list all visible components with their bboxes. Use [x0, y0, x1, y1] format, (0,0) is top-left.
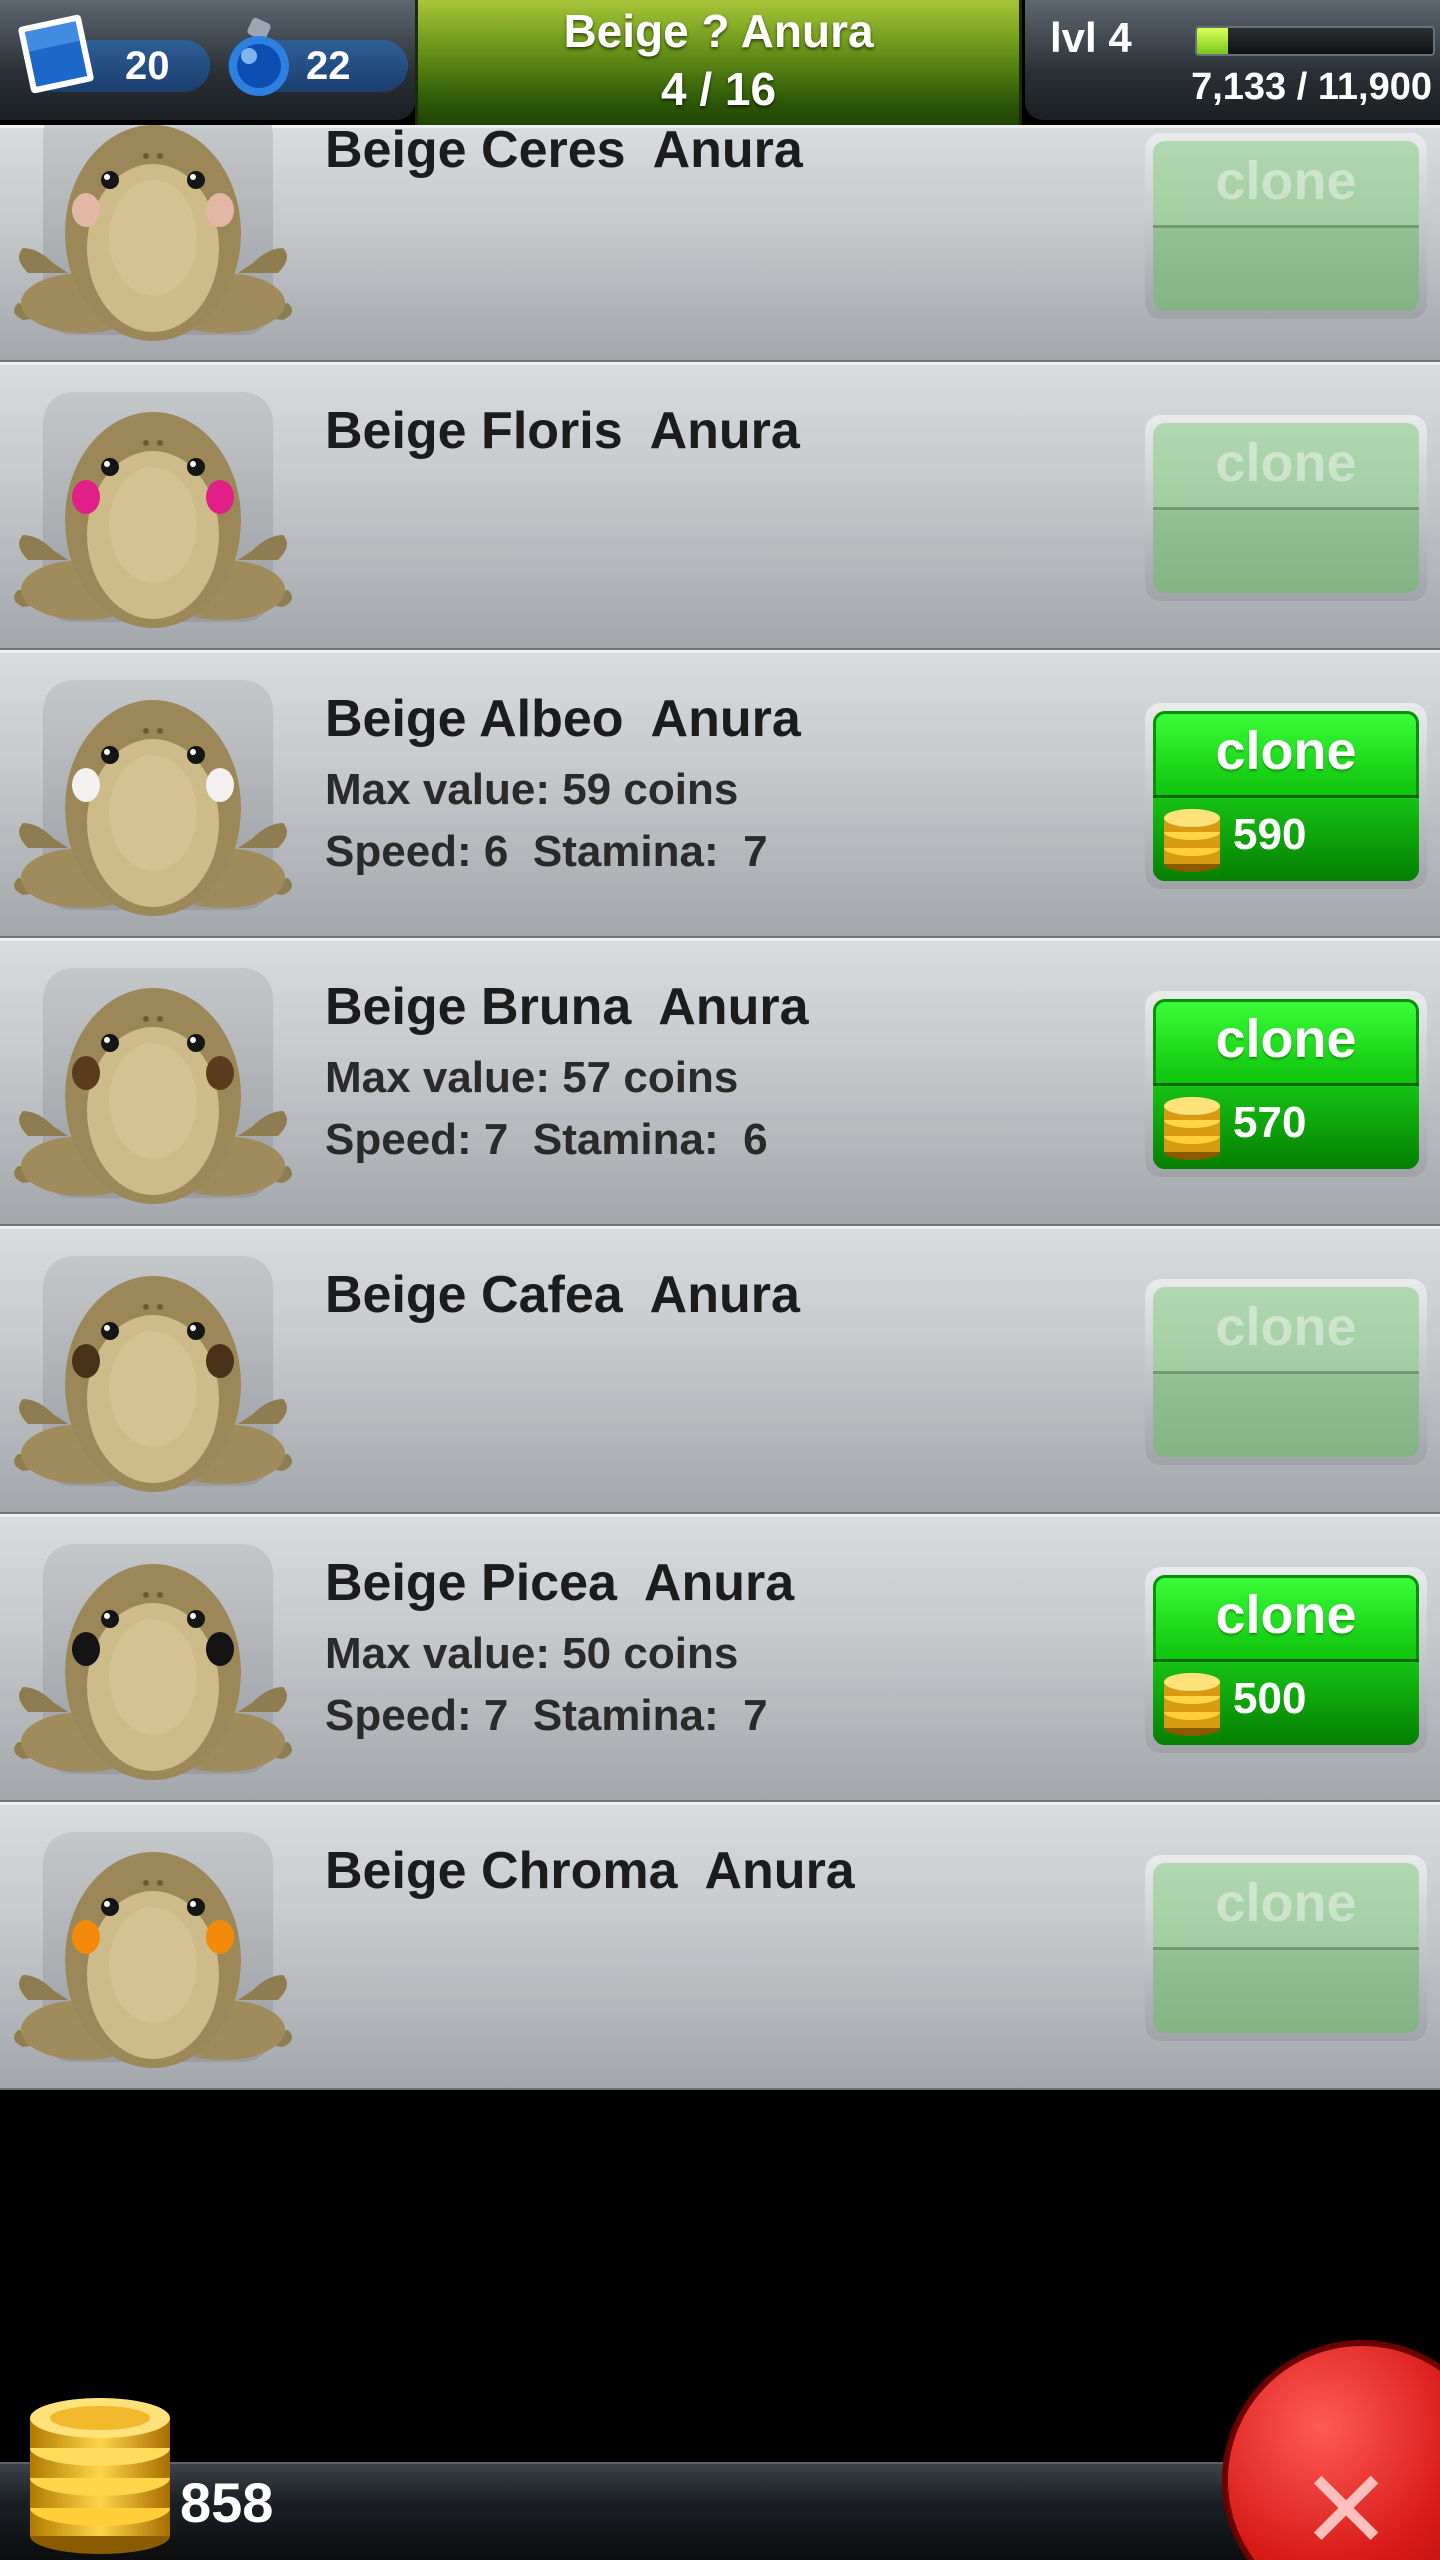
coin-icon: [1164, 1097, 1220, 1160]
frog-icon: [8, 1249, 298, 1499]
clone-button-disabled: clone: [1145, 1855, 1427, 2041]
coin-stack-icon: [30, 2398, 170, 2554]
clone-price: 590: [1233, 810, 1307, 859]
frog-name: Beige Cafea Anura: [325, 1266, 800, 1324]
clone-button[interactable]: clone 590: [1145, 703, 1427, 889]
clone-price: 500: [1233, 1674, 1307, 1723]
clone-label: clone: [1215, 721, 1357, 781]
frog-icon: [8, 98, 298, 348]
clone-button-disabled: clone: [1145, 415, 1427, 601]
frog-max-value: Max value: 50 coins: [325, 1629, 739, 1678]
top-hud: 20 22 Beige ? Anura 4 / 16 lvl 4 7,133 /…: [0, 0, 1440, 125]
frog-icon: [8, 385, 298, 635]
frog-speed-stamina: Speed: 6 Stamina: 7: [325, 827, 768, 876]
collection-title: Beige ? Anura: [563, 5, 874, 57]
potions-count: 22: [306, 44, 351, 88]
clone-button-disabled: clone: [1145, 1279, 1427, 1465]
collection-header: Beige ? Anura 4 / 16: [415, 0, 1022, 125]
frog-icon: [8, 1825, 298, 2075]
clone-label: clone: [1215, 1009, 1357, 1069]
frog-icon: [8, 673, 298, 923]
frog-icon: [8, 1537, 298, 1787]
frog-row[interactable]: Beige Cafea Anura clone: [0, 1226, 1440, 1514]
frog-row[interactable]: Beige Bruna Anura Max value: 57 coins Sp…: [0, 938, 1440, 1226]
potion-icon: [229, 17, 289, 96]
frog-row[interactable]: Beige Ceres Anura clone: [0, 105, 1440, 362]
frog-name: Beige Albeo Anura: [325, 690, 801, 748]
resources-panel: 20 22: [0, 0, 415, 120]
frog-name: Beige Bruna Anura: [325, 978, 809, 1036]
stamps-count: 20: [125, 44, 170, 88]
clone-label: clone: [1215, 1873, 1357, 1933]
frog-name: Beige Ceres Anura: [325, 121, 803, 179]
xp-progress-bar: [1195, 26, 1435, 56]
level-label: lvl 4: [1050, 14, 1132, 61]
frog-max-value: Max value: 57 coins: [325, 1053, 739, 1102]
close-icon: ✕: [1300, 2449, 1393, 2560]
clone-label: clone: [1215, 1297, 1357, 1357]
coin-icon: [1164, 1673, 1220, 1736]
coins-total: 858: [180, 2471, 274, 2534]
clone-button[interactable]: clone 570: [1145, 991, 1427, 1177]
clone-label: clone: [1215, 1585, 1357, 1645]
close-button[interactable]: ✕: [1222, 2340, 1440, 2560]
clone-price: 570: [1233, 1098, 1307, 1147]
xp-progress-fill: [1197, 28, 1228, 54]
frog-row[interactable]: Beige Albeo Anura Max value: 59 coins Sp…: [0, 650, 1440, 938]
frog-list[interactable]: Beige Ceres Anura clone Beige Floris Anu…: [0, 105, 1440, 2090]
clone-label: clone: [1215, 433, 1357, 493]
frog-name: Beige Picea Anura: [325, 1554, 795, 1612]
frog-name: Beige Floris Anura: [325, 402, 800, 460]
frog-icon: [8, 961, 298, 1211]
stamp-icon: [18, 14, 94, 94]
coin-icon: [1164, 809, 1220, 872]
frog-row[interactable]: Beige Floris Anura clone: [0, 362, 1440, 650]
frog-row[interactable]: Beige Picea Anura Max value: 50 coins Sp…: [0, 1514, 1440, 1802]
clone-label: clone: [1215, 151, 1357, 211]
collection-count: 4 / 16: [660, 63, 777, 115]
xp-value: 7,133 / 11,900: [1191, 66, 1432, 108]
frog-name: Beige Chroma Anura: [325, 1842, 855, 1900]
frog-speed-stamina: Speed: 7 Stamina: 7: [325, 1691, 768, 1740]
level-panel: lvl 4 7,133 / 11,900: [1025, 0, 1440, 120]
clone-button[interactable]: clone 500: [1145, 1567, 1427, 1753]
clone-button-disabled: clone: [1145, 133, 1427, 319]
frog-max-value: Max value: 59 coins: [325, 765, 739, 814]
frog-speed-stamina: Speed: 7 Stamina: 6: [325, 1115, 768, 1164]
frog-row[interactable]: Beige Chroma Anura clone: [0, 1802, 1440, 2090]
